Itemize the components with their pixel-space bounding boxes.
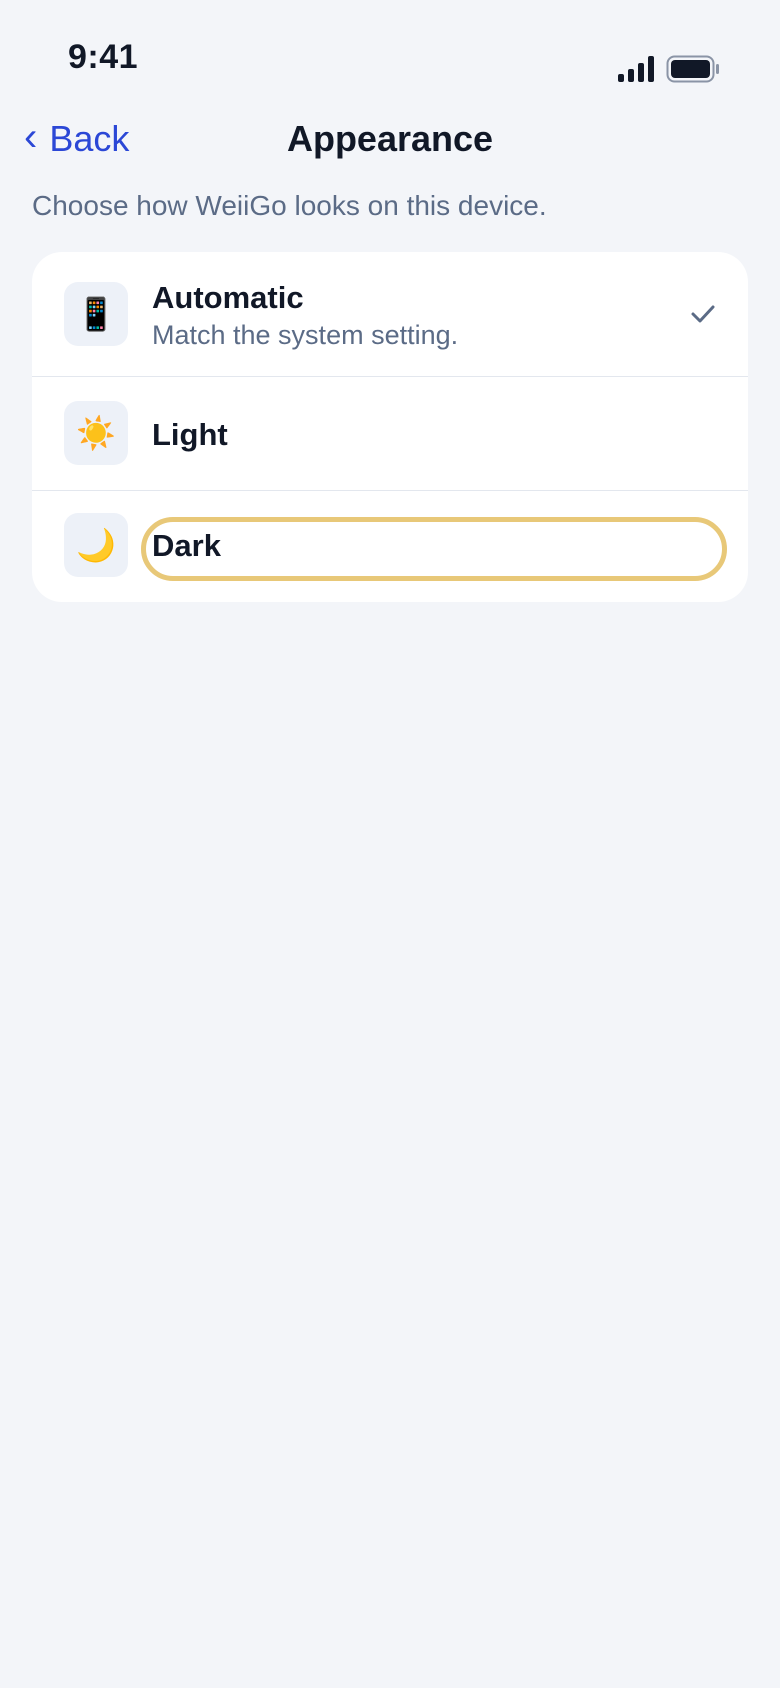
phone-icon: 📱 (64, 282, 128, 346)
option-light[interactable]: ☀️ Light (32, 377, 748, 490)
status-time: 9:41 (68, 38, 139, 76)
status-bar: 9:41 (0, 0, 780, 100)
option-dark[interactable]: 🌙 Dark (32, 491, 748, 602)
moon-icon: 🌙 (64, 513, 128, 577)
appearance-options-card: 📱 Automatic Match the system setting. ☀️… (32, 252, 748, 602)
sun-icon: ☀️ (64, 401, 128, 465)
page-subtitle: Choose how WeiiGo looks on this device. (32, 190, 547, 221)
page-title: Appearance (286, 118, 494, 159)
option-label: Dark (152, 528, 221, 563)
navigation-bar: ‹ Back Appearance (0, 108, 780, 168)
cellular-signal-icon (618, 56, 654, 82)
focus-ring (141, 517, 727, 581)
battery-icon (666, 55, 719, 83)
option-automatic[interactable]: 📱 Automatic Match the system setting. (32, 252, 748, 376)
option-label: Automatic (152, 280, 304, 315)
checkmark-icon (691, 305, 715, 323)
option-description: Match the system setting. (152, 320, 459, 350)
option-label: Light (152, 417, 228, 452)
